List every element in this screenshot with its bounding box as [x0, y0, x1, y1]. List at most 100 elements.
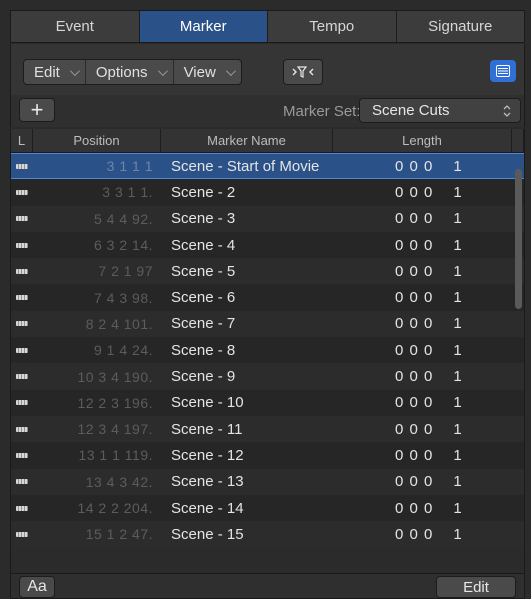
length-cell[interactable]: 0 0 0 1 — [333, 206, 512, 232]
column-header-marker-name[interactable]: Marker Name — [161, 129, 333, 152]
add-marker-button[interactable]: + — [19, 98, 55, 122]
length-bars-beats: 0 0 0 — [395, 157, 434, 175]
table-row[interactable]: 8 2 4 101. Scene - 7 0 0 0 1 — [11, 310, 524, 338]
length-cell[interactable]: 0 0 0 1 — [333, 416, 512, 442]
marker-name-cell[interactable]: Scene - 9 — [161, 363, 333, 389]
lock-cell[interactable] — [11, 179, 33, 205]
marker-name-cell[interactable]: Scene - 13 — [161, 469, 333, 495]
position-cell[interactable]: 12 2 3 196. — [33, 390, 161, 416]
column-header-lock[interactable]: L — [11, 129, 33, 152]
lock-cell[interactable] — [11, 495, 33, 521]
length-cell[interactable]: 0 0 0 1 — [333, 469, 512, 495]
table-body: 3 1 1 1 Scene - Start of Movie 0 0 013 3 1… — [11, 153, 524, 548]
table-row[interactable]: 9 1 4 24. Scene - 8 0 0 0 1 — [11, 337, 524, 364]
table-row[interactable]: 5 4 4 92. Scene - 3 0 0 0 1 — [11, 205, 524, 232]
table-row[interactable]: 7 2 1 97 Scene - 5 0 0 0 1 — [11, 258, 524, 285]
lock-cell[interactable] — [11, 206, 33, 232]
length-ticks: 1 — [453, 210, 463, 228]
marker-name-cell[interactable]: Scene - Start of Movie — [161, 154, 333, 178]
table-row[interactable]: 7 4 3 98. Scene - 6 0 0 0 1 — [11, 284, 524, 311]
position-cell[interactable]: 14 2 2 204. — [33, 495, 161, 521]
position-cell[interactable]: 7 4 3 98. — [33, 284, 161, 310]
length-bars-beats: 0 0 0 — [395, 420, 434, 438]
length-bars-beats: 0 0 0 — [395, 525, 434, 543]
list-view-button[interactable] — [490, 60, 516, 82]
position-cell[interactable]: 3 3 1 1. — [33, 179, 161, 205]
lock-cell[interactable] — [11, 258, 33, 284]
lock-cell[interactable] — [11, 154, 33, 178]
position-cell[interactable]: 5 4 4 92. — [33, 206, 161, 232]
length-cell[interactable]: 0 0 0 1 — [333, 521, 512, 547]
position-cell[interactable]: 12 3 4 197. — [33, 416, 161, 442]
table-row[interactable]: 14 2 2 204. Scene - 14 0 0 0 1 — [11, 494, 524, 522]
lock-cell[interactable] — [11, 390, 33, 416]
edit-menu[interactable]: Edit — [24, 60, 86, 84]
position-cell[interactable]: 8 2 4 101. — [33, 311, 161, 337]
table-row[interactable]: 12 2 3 196. Scene - 10 0 0 0 1 — [11, 389, 524, 416]
filter-icon — [292, 66, 314, 78]
marker-name-cell[interactable]: Scene - 5 — [161, 258, 333, 284]
table-row[interactable]: 13 1 1 119. Scene - 12 0 0 0 1 — [11, 442, 524, 469]
tab-event[interactable]: Event — [11, 11, 140, 42]
length-cell[interactable]: 0 0 0 1 — [333, 311, 512, 337]
length-cell[interactable]: 0 0 0 1 — [333, 337, 512, 363]
scrollbar[interactable] — [515, 169, 522, 309]
table-row[interactable]: 10 3 4 190. Scene - 9 0 0 0 1 — [11, 363, 524, 390]
table-row[interactable]: 3 1 1 1 Scene - Start of Movie 0 0 0 1 — [11, 153, 524, 180]
marker-name-cell[interactable]: Scene - 15 — [161, 521, 333, 547]
table-row[interactable]: 13 4 3 42. Scene - 13 0 0 0 1 — [11, 468, 524, 495]
marker-name-cell[interactable]: Scene - 3 — [161, 206, 333, 232]
tab-marker[interactable]: Marker — [139, 11, 268, 42]
length-cell[interactable]: 0 0 0 1 — [333, 390, 512, 416]
length-cell[interactable]: 0 0 0 1 — [333, 179, 512, 205]
position-cell[interactable]: 9 1 4 24. — [33, 337, 161, 363]
length-cell[interactable]: 0 0 0 1 — [333, 258, 512, 284]
marker-name-cell[interactable]: Scene - 6 — [161, 284, 333, 310]
marker-name-cell[interactable]: Scene - 8 — [161, 337, 333, 363]
position-cell[interactable]: 13 1 1 119. — [33, 442, 161, 468]
tab-signature[interactable]: Signature — [397, 11, 525, 42]
edit-button[interactable]: Edit — [436, 576, 516, 598]
view-menu[interactable]: View — [174, 60, 241, 84]
lock-cell[interactable] — [11, 469, 33, 495]
column-header-position[interactable]: Position — [33, 129, 161, 152]
tab-tempo[interactable]: Tempo — [268, 11, 397, 42]
length-cell[interactable]: 0 0 0 1 — [333, 284, 512, 310]
length-cell[interactable]: 0 0 0 1 — [333, 495, 512, 521]
position-cell[interactable]: 13 4 3 42. — [33, 469, 161, 495]
position-cell[interactable]: 3 1 1 1 — [33, 154, 161, 178]
position-cell[interactable]: 10 3 4 190. — [33, 363, 161, 389]
lock-cell[interactable] — [11, 442, 33, 468]
marker-name-cell[interactable]: Scene - 4 — [161, 232, 333, 258]
lock-cell[interactable] — [11, 232, 33, 258]
marker-name-cell[interactable]: Scene - 7 — [161, 311, 333, 337]
position-cell[interactable]: 15 1 2 47. — [33, 521, 161, 547]
table-row[interactable]: 6 3 2 14. Scene - 4 0 0 0 1 — [11, 231, 524, 259]
marker-set-select[interactable]: Scene Cuts — [359, 98, 521, 123]
table-row[interactable]: 15 1 2 47. Scene - 15 0 0 0 1 — [11, 521, 524, 548]
length-cell[interactable]: 0 0 0 1 — [333, 232, 512, 258]
length-cell[interactable]: 0 0 0 1 — [333, 154, 512, 178]
length-cell[interactable]: 0 0 0 1 — [333, 363, 512, 389]
length-cell[interactable]: 0 0 0 1 — [333, 442, 512, 468]
lock-cell[interactable] — [11, 363, 33, 389]
marker-name-cell[interactable]: Scene - 11 — [161, 416, 333, 442]
filter-button[interactable] — [283, 59, 323, 85]
table-row[interactable]: 12 3 4 197. Scene - 11 0 0 0 1 — [11, 415, 524, 443]
marker-name-cell[interactable]: Scene - 10 — [161, 390, 333, 416]
marker-name-cell[interactable]: Scene - 2 — [161, 179, 333, 205]
marker-name-cell[interactable]: Scene - 14 — [161, 495, 333, 521]
position-cell[interactable]: 6 3 2 14. — [33, 232, 161, 258]
lock-cell[interactable] — [11, 284, 33, 310]
column-header-length[interactable]: Length — [333, 129, 512, 152]
length-bars-beats: 0 0 0 — [395, 262, 434, 280]
lock-cell[interactable] — [11, 337, 33, 363]
position-cell[interactable]: 7 2 1 97 — [33, 258, 161, 284]
marker-name-cell[interactable]: Scene - 12 — [161, 442, 333, 468]
font-button[interactable]: Aa — [19, 576, 55, 598]
table-row[interactable]: 3 3 1 1. Scene - 2 0 0 0 1 — [11, 179, 524, 206]
options-menu[interactable]: Options — [86, 60, 174, 84]
lock-cell[interactable] — [11, 416, 33, 442]
lock-cell[interactable] — [11, 311, 33, 337]
lock-cell[interactable] — [11, 521, 33, 547]
